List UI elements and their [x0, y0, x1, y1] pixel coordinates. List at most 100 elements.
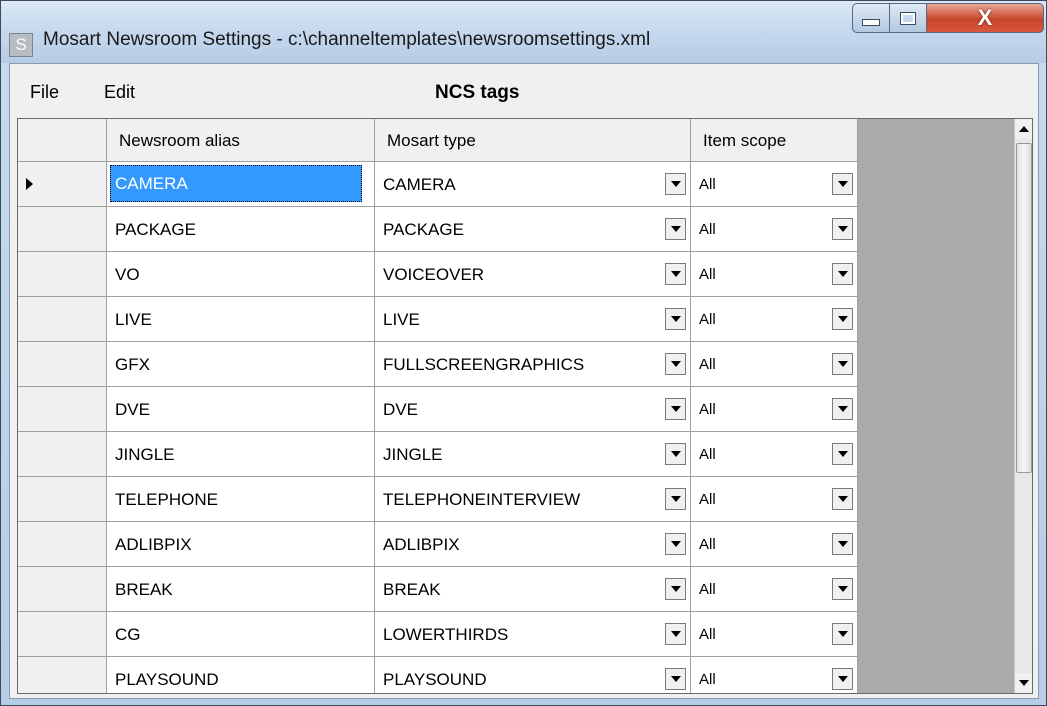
minimize-button[interactable] [852, 3, 890, 33]
close-button[interactable]: X [926, 3, 1044, 33]
table-row[interactable]: BREAK BREAK All [18, 567, 858, 612]
dropdown-arrow-button[interactable] [665, 398, 686, 420]
menu-edit[interactable]: Edit [104, 82, 135, 103]
dropdown-arrow-button[interactable] [665, 308, 686, 330]
dropdown-arrow-button[interactable] [665, 443, 686, 465]
dropdown-arrow-button[interactable] [832, 173, 853, 195]
mosart-type-combobox[interactable]: PLAYSOUND [375, 657, 691, 693]
mosart-type-combobox[interactable]: ADLIBPIX [375, 522, 691, 567]
item-scope-combobox[interactable]: All [691, 657, 858, 693]
item-scope-combobox[interactable]: All [691, 252, 858, 297]
dropdown-arrow-button[interactable] [832, 308, 853, 330]
mosart-type-combobox[interactable]: CAMERA [375, 162, 691, 207]
dropdown-arrow-button[interactable] [665, 533, 686, 555]
table-row[interactable]: LIVE LIVE All [18, 297, 858, 342]
item-scope-combobox[interactable]: All [691, 387, 858, 432]
scroll-thumb[interactable] [1016, 143, 1032, 473]
title-bar[interactable]: S Mosart Newsroom Settings - c:\channelt… [1, 1, 1046, 63]
mosart-type-combobox[interactable]: LIVE [375, 297, 691, 342]
row-header[interactable] [18, 432, 107, 477]
newsroom-alias-cell[interactable]: PACKAGE [107, 207, 375, 252]
dropdown-arrow-button[interactable] [832, 398, 853, 420]
dropdown-arrow-button[interactable] [832, 488, 853, 510]
newsroom-alias-cell[interactable]: DVE [107, 387, 375, 432]
table-row[interactable]: GFX FULLSCREENGRAPHICS All [18, 342, 858, 387]
mosart-type-combobox[interactable]: PACKAGE [375, 207, 691, 252]
table-row[interactable]: PLAYSOUND PLAYSOUND All [18, 657, 858, 693]
newsroom-alias-cell[interactable]: BREAK [107, 567, 375, 612]
column-header-newsroom-alias[interactable]: Newsroom alias [107, 119, 375, 162]
dropdown-arrow-button[interactable] [832, 623, 853, 645]
newsroom-alias-cell[interactable]: CG [107, 612, 375, 657]
dropdown-arrow-button[interactable] [665, 623, 686, 645]
dropdown-arrow-button[interactable] [832, 263, 853, 285]
item-scope-combobox[interactable]: All [691, 522, 858, 567]
mosart-type-combobox[interactable]: BREAK [375, 567, 691, 612]
column-header-mosart-type[interactable]: Mosart type [375, 119, 691, 162]
item-scope-combobox[interactable]: All [691, 432, 858, 477]
newsroom-alias-cell[interactable]: TELEPHONE [107, 477, 375, 522]
dropdown-arrow-button[interactable] [665, 173, 686, 195]
dropdown-arrow-button[interactable] [665, 218, 686, 240]
dropdown-arrow-button[interactable] [665, 353, 686, 375]
maximize-button[interactable] [889, 3, 927, 33]
row-header[interactable] [18, 252, 107, 297]
dropdown-arrow-button[interactable] [665, 263, 686, 285]
scroll-down-button[interactable] [1015, 673, 1032, 693]
mosart-type-combobox[interactable]: FULLSCREENGRAPHICS [375, 342, 691, 387]
table-row[interactable]: CG LOWERTHIRDS All [18, 612, 858, 657]
row-header[interactable] [18, 522, 107, 567]
mosart-type-combobox[interactable]: TELEPHONEINTERVIEW [375, 477, 691, 522]
newsroom-alias-cell[interactable]: CAMERA [107, 162, 375, 207]
dropdown-arrow-button[interactable] [665, 578, 686, 600]
row-header[interactable] [18, 162, 107, 207]
dropdown-arrow-button[interactable] [832, 533, 853, 555]
chevron-down-icon [670, 496, 681, 502]
row-header[interactable] [18, 567, 107, 612]
column-header-item-scope[interactable]: Item scope [691, 119, 858, 162]
table-row[interactable]: VO VOICEOVER All [18, 252, 858, 297]
mosart-type-combobox[interactable]: JINGLE [375, 432, 691, 477]
table-row[interactable]: DVE DVE All [18, 387, 858, 432]
row-header[interactable] [18, 657, 107, 693]
newsroom-alias-cell[interactable]: VO [107, 252, 375, 297]
ncs-tags-grid[interactable]: Newsroom alias Mosart type Item scope CA… [17, 118, 1033, 694]
item-scope-combobox[interactable]: All [691, 297, 858, 342]
table-row[interactable]: CAMERA CAMERA All [18, 162, 858, 207]
newsroom-alias-cell[interactable]: JINGLE [107, 432, 375, 477]
row-header[interactable] [18, 297, 107, 342]
dropdown-arrow-button[interactable] [832, 218, 853, 240]
item-scope-combobox[interactable]: All [691, 567, 858, 612]
table-row[interactable]: ADLIBPIX ADLIBPIX All [18, 522, 858, 567]
item-scope-combobox[interactable]: All [691, 612, 858, 657]
mosart-type-combobox[interactable]: LOWERTHIRDS [375, 612, 691, 657]
table-row[interactable]: PACKAGE PACKAGE All [18, 207, 858, 252]
table-row[interactable]: JINGLE JINGLE All [18, 432, 858, 477]
row-header[interactable] [18, 612, 107, 657]
mosart-type-combobox[interactable]: DVE [375, 387, 691, 432]
dropdown-arrow-button[interactable] [832, 443, 853, 465]
app-icon[interactable]: S [9, 33, 33, 57]
item-scope-combobox[interactable]: All [691, 207, 858, 252]
row-header[interactable] [18, 342, 107, 387]
newsroom-alias-cell[interactable]: GFX [107, 342, 375, 387]
mosart-type-combobox[interactable]: VOICEOVER [375, 252, 691, 297]
row-header[interactable] [18, 387, 107, 432]
scroll-up-button[interactable] [1015, 119, 1032, 139]
table-row[interactable]: TELEPHONE TELEPHONEINTERVIEW All [18, 477, 858, 522]
newsroom-alias-cell[interactable]: LIVE [107, 297, 375, 342]
row-header[interactable] [18, 207, 107, 252]
dropdown-arrow-button[interactable] [832, 353, 853, 375]
item-scope-combobox[interactable]: All [691, 162, 858, 207]
vertical-scrollbar[interactable] [1014, 119, 1032, 693]
newsroom-alias-cell[interactable]: ADLIBPIX [107, 522, 375, 567]
item-scope-combobox[interactable]: All [691, 477, 858, 522]
row-header[interactable] [18, 477, 107, 522]
dropdown-arrow-button[interactable] [665, 668, 686, 690]
item-scope-combobox[interactable]: All [691, 342, 858, 387]
menu-file[interactable]: File [30, 82, 59, 103]
newsroom-alias-cell[interactable]: PLAYSOUND [107, 657, 375, 693]
dropdown-arrow-button[interactable] [832, 578, 853, 600]
dropdown-arrow-button[interactable] [832, 668, 853, 690]
dropdown-arrow-button[interactable] [665, 488, 686, 510]
